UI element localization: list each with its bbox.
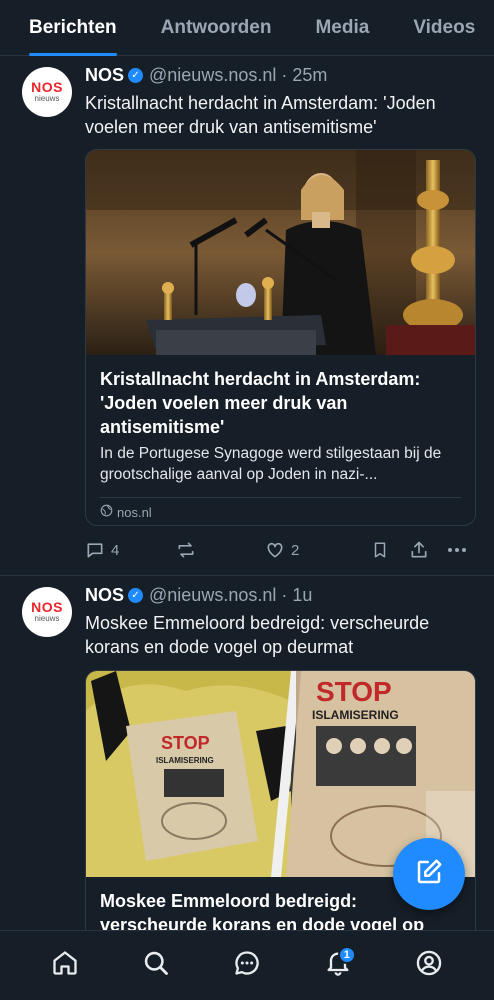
avatar-sub: nieuws	[34, 614, 60, 623]
avatar-brand: NOS	[31, 599, 63, 615]
stop-text: STOP	[161, 733, 210, 753]
like-count: 2	[291, 541, 300, 559]
reply-count: 4	[111, 541, 120, 559]
profile-icon	[415, 949, 443, 982]
nav-home[interactable]	[45, 946, 85, 986]
reply-icon	[85, 540, 105, 560]
tab-antwoorden[interactable]: Antwoorden	[139, 0, 294, 56]
bookmark-button[interactable]	[371, 540, 409, 560]
avatar[interactable]: NOS nieuws	[22, 587, 72, 637]
repost-icon	[175, 540, 197, 560]
feed-post[interactable]: NOS nieuws NOS ✓ @nieuws.nos.nl · 25m Kr…	[0, 57, 494, 576]
svg-text:STOP: STOP	[316, 676, 392, 707]
svg-text:ISLAMISERING: ISLAMISERING	[312, 708, 399, 722]
nav-search[interactable]	[136, 946, 176, 986]
link-card-description: In de Portugese Synagoge werd stilgestaa…	[100, 445, 442, 483]
verified-check-icon: ✓	[128, 588, 144, 603]
post-header: NOS ✓ @nieuws.nos.nl · 25m	[85, 65, 478, 86]
heart-icon	[265, 540, 285, 560]
search-icon	[142, 949, 170, 982]
profile-tabs: Berichten Antwoorden Media Videos	[0, 0, 494, 56]
bookmark-icon	[371, 540, 389, 560]
globe-icon	[100, 504, 113, 520]
post-time: · 25m	[281, 65, 328, 85]
tab-media[interactable]: Media	[293, 0, 391, 56]
link-card-domain: nos.nl	[86, 498, 475, 525]
bottom-navigation: 1	[0, 930, 494, 1000]
repost-button[interactable]	[175, 540, 265, 560]
tab-videos[interactable]: Videos	[391, 0, 494, 56]
share-button[interactable]	[409, 540, 447, 560]
notification-badge: 1	[337, 945, 356, 964]
author-handle[interactable]: @nieuws.nos.nl	[149, 65, 276, 86]
author-handle[interactable]: @nieuws.nos.nl	[149, 585, 276, 606]
more-icon	[447, 547, 467, 553]
compose-button[interactable]	[393, 838, 465, 910]
post-actions: 4 2	[85, 538, 476, 562]
link-card-image	[86, 150, 475, 355]
nav-chat[interactable]	[227, 946, 267, 986]
share-icon	[409, 540, 429, 560]
author-name[interactable]: NOS	[85, 585, 124, 606]
post-header: NOS ✓ @nieuws.nos.nl · 1u	[85, 585, 478, 606]
chat-icon	[233, 949, 261, 982]
author-name[interactable]: NOS	[85, 65, 124, 86]
compose-icon	[414, 857, 444, 892]
avatar[interactable]: NOS nieuws	[22, 67, 72, 117]
link-card[interactable]: Kristallnacht herdacht in Amsterdam: 'Jo…	[85, 149, 476, 526]
home-icon	[51, 949, 79, 982]
tab-berichten[interactable]: Berichten	[0, 0, 139, 56]
avatar-sub: nieuws	[34, 94, 60, 103]
link-card-title: Kristallnacht herdacht in Amsterdam: 'Jo…	[100, 369, 421, 437]
islam-text: ISLAMISERING	[156, 756, 214, 765]
post-text: Moskee Emmeloord bedreigd: verscheurde k…	[85, 613, 430, 657]
like-button[interactable]: 2	[265, 540, 371, 560]
nav-notifications[interactable]: 1	[318, 945, 358, 986]
more-button[interactable]	[447, 547, 471, 553]
post-time: · 1u	[281, 585, 313, 605]
post-text: Kristallnacht herdacht in Amsterdam: 'Jo…	[85, 93, 436, 137]
domain-text: nos.nl	[117, 504, 152, 520]
verified-check-icon: ✓	[128, 68, 144, 83]
avatar-brand: NOS	[31, 79, 63, 95]
reply-button[interactable]: 4	[85, 540, 175, 560]
nav-profile[interactable]	[409, 946, 449, 986]
